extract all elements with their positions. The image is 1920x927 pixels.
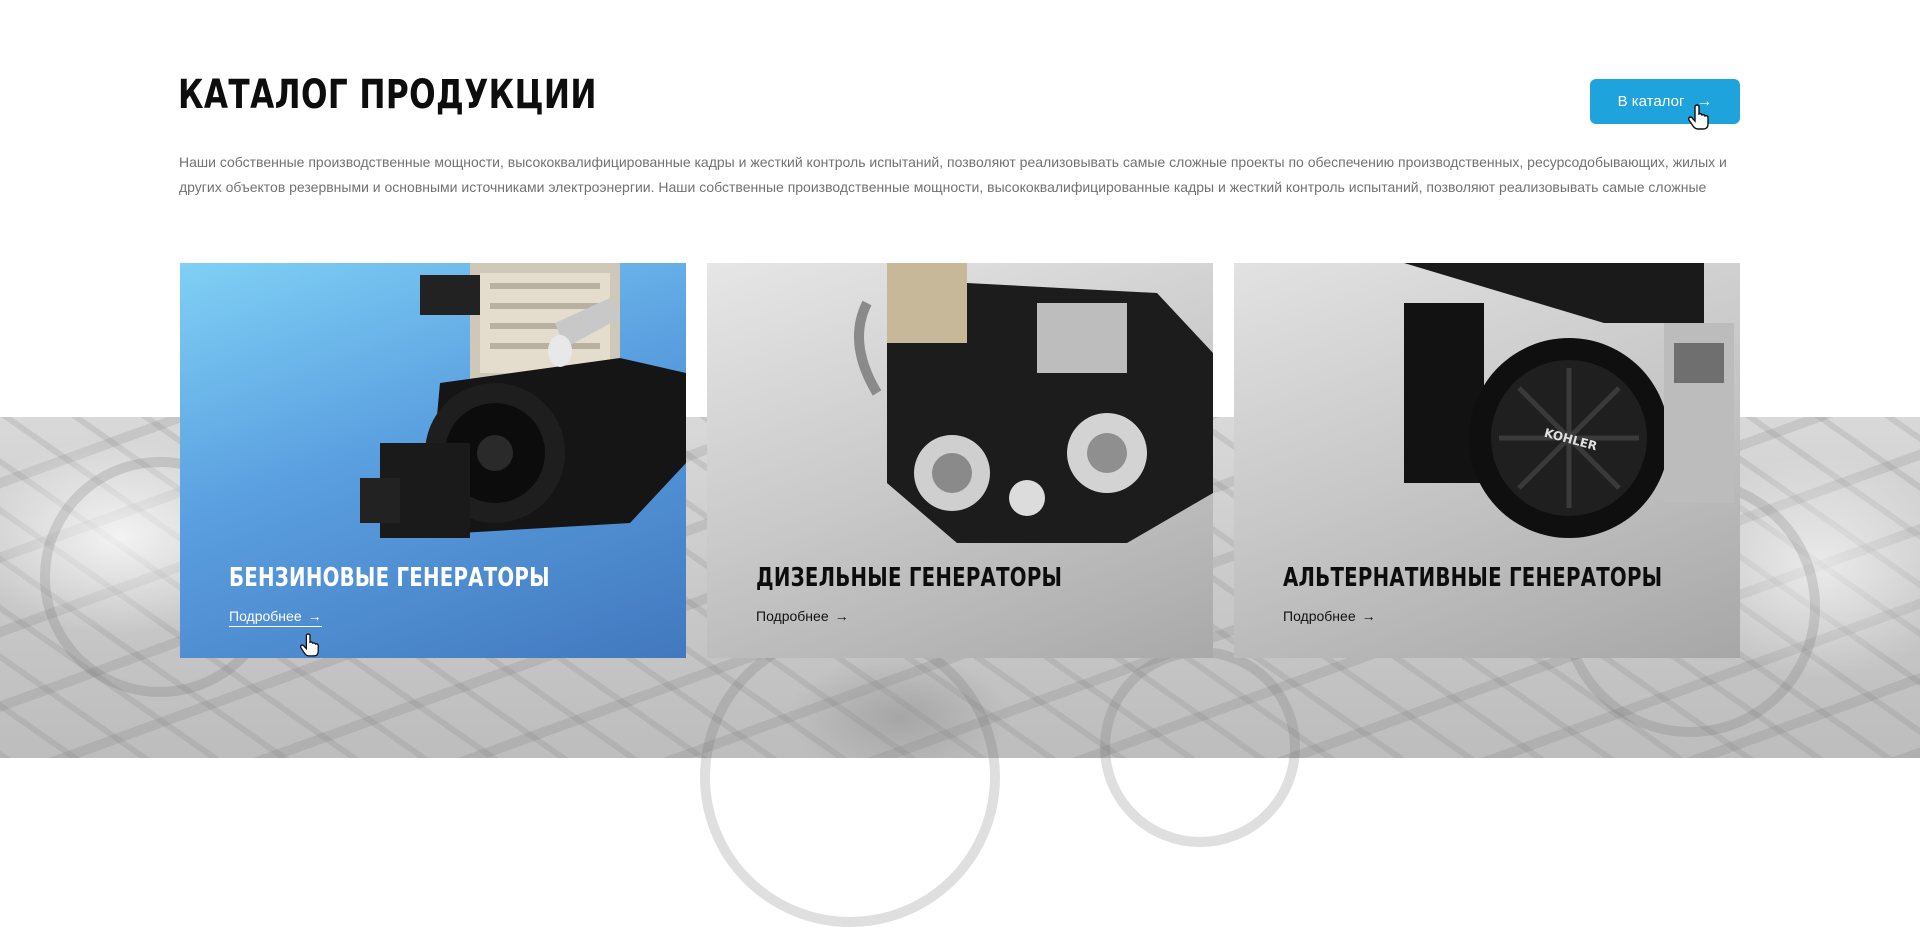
catalog-button-label: В каталог [1617,93,1685,110]
product-card-alternative[interactable]: KOHLER АЛЬТЕРНАТИВНЫЕ ГЕНЕРАТОРЫ Подробн… [1234,263,1740,658]
background-gear-shape [700,627,1000,927]
more-link-label: Подробнее [229,608,302,624]
arrow-right-icon: → [834,608,849,624]
hand-cursor-icon [300,633,319,657]
alternative-engine-image: KOHLER [1404,263,1734,538]
catalog-button[interactable]: В каталог → [1590,79,1740,124]
arrow-right-icon: → [1361,608,1376,624]
product-card-diesel[interactable]: ДИЗЕЛЬНЫЕ ГЕНЕРАТОРЫ Подробнее → [707,263,1213,658]
diesel-engine-image [854,263,1213,543]
card-title: БЕНЗИНОВЫЕ ГЕНЕРАТОРЫ [229,563,550,593]
arrow-right-icon: → [307,608,322,624]
more-link[interactable]: Подробнее → [1283,608,1376,626]
more-link-label: Подробнее [1283,608,1356,624]
more-link[interactable]: Подробнее → [756,608,849,626]
petrol-engine-image [360,263,686,538]
more-link-label: Подробнее [756,608,829,624]
section-title: КАТАЛОГ ПРОДУКЦИИ [178,72,597,118]
product-card-petrol[interactable]: БЕНЗИНОВЫЕ ГЕНЕРАТОРЫ Подробнее → [180,263,686,658]
card-title: ДИЗЕЛЬНЫЕ ГЕНЕРАТОРЫ [756,563,1063,593]
card-title: АЛЬТЕРНАТИВНЫЕ ГЕНЕРАТОРЫ [1283,563,1663,593]
hand-cursor-icon [1688,104,1709,130]
catalog-description: Наши собственные производственные мощнос… [179,154,1727,195]
background-gear-shape [1100,647,1300,847]
more-link[interactable]: Подробнее → [229,608,322,627]
